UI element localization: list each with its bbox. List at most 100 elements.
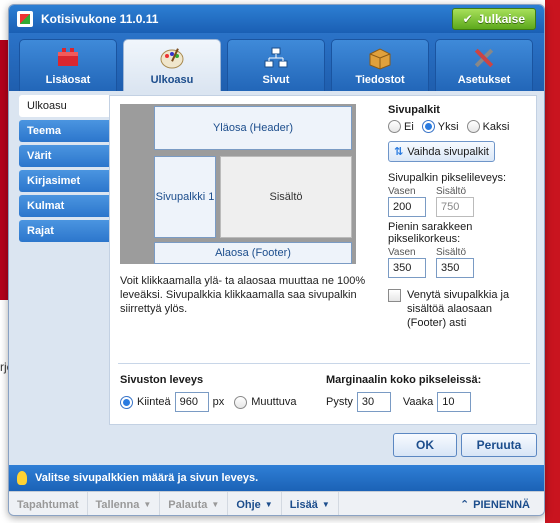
site-width-input[interactable]: 960 <box>174 392 209 412</box>
tab-label: Sivut <box>262 74 290 86</box>
content-width-input: 750 <box>436 197 474 217</box>
tab-label: Lisäosat <box>45 74 91 86</box>
left-label: Vasen <box>388 247 416 258</box>
min-height-label: Pienin sarakkeen pikselikorkeus: <box>388 221 473 245</box>
content-height-input[interactable]: 350 <box>436 258 474 278</box>
preview-content-block: Sisältö <box>220 156 352 238</box>
content-label: Sisältö <box>436 247 467 258</box>
more-button[interactable]: Lisää ▼ <box>282 491 339 515</box>
radio-label: Kaksi <box>482 120 510 133</box>
margin-section: Marginaalin koko pikseleissä: Pysty 30 V… <box>326 374 481 412</box>
radio-fixed-width[interactable] <box>120 395 133 409</box>
radio-sidebars-two[interactable]: Kaksi <box>466 120 510 133</box>
radio-button[interactable] <box>388 120 401 133</box>
swap-sidebars-label: Vaihda sivupalkit <box>407 145 489 158</box>
app-logo-icon <box>17 11 33 27</box>
px-unit: px <box>212 396 225 408</box>
lightbulb-icon <box>17 471 27 485</box>
sidebar-settings: Sivupalkit Ei Yksi Kaksi ⇅ Vaihda sivupa… <box>388 104 533 330</box>
sidebar-item-layout[interactable]: Ulkoasu <box>19 95 109 117</box>
stretch-option[interactable]: Venytä sivupalkkia ja sisältöä alaosaan … <box>388 288 533 330</box>
height-sublabels: Vasen Sisältö <box>388 247 533 258</box>
preview-header-block[interactable]: Yläosa (Header) <box>154 106 352 150</box>
sidebar-item-colors[interactable]: Värit <box>19 145 109 167</box>
hint-bar: Valitse sivupalkkien määrä ja sivun leve… <box>9 465 544 491</box>
sidebars-title: Sivupalkit <box>388 104 440 116</box>
radio-button[interactable] <box>466 120 480 133</box>
events-label: Tapahtumat <box>17 498 79 511</box>
restore-label: Palauta <box>168 498 208 511</box>
width-sublabels: Vasen Sisältö <box>388 186 533 197</box>
sidebar-item-corners[interactable]: Kulmat <box>19 195 109 217</box>
left-height-input[interactable]: 350 <box>388 258 426 278</box>
sidebar-item-theme[interactable]: Teema <box>19 120 109 142</box>
preview-footer-block[interactable]: Alaosa (Footer) <box>154 242 352 264</box>
save-button[interactable]: Tallenna ▼ <box>88 491 161 515</box>
ok-button[interactable]: OK <box>393 433 457 457</box>
radio-label: Ei <box>404 120 414 133</box>
divider <box>118 363 530 364</box>
vertical-label: Pysty <box>326 396 353 408</box>
shrink-label: PIENENNÄ <box>473 498 530 511</box>
main-tabs: Lisäosat Ulkoasu Sivut Tiedostot Asetuks… <box>9 33 544 91</box>
fixed-label: Kiinteä <box>137 396 171 408</box>
site-width-title: Sivuston leveys <box>120 374 204 386</box>
width-fields: 200 750 <box>388 197 533 217</box>
preview-sidebar-block[interactable]: Sivupalkki 1 <box>154 156 216 238</box>
tab-layout[interactable]: Ulkoasu <box>123 39 221 91</box>
site-width-section: Sivuston leveys Kiinteä 960 px Muuttuva <box>120 374 297 412</box>
addons-icon <box>58 48 78 66</box>
tab-settings[interactable]: Asetukset <box>435 39 533 91</box>
cancel-button[interactable]: Peruuta <box>461 433 537 457</box>
chevron-down-icon: ▼ <box>264 500 273 509</box>
chevron-down-icon: ▼ <box>321 500 330 509</box>
help-label: Ohje <box>236 498 261 511</box>
radio-fluid-width[interactable] <box>234 395 248 409</box>
swap-arrows-icon: ⇅ <box>394 146 404 158</box>
save-label: Tallenna <box>95 498 140 511</box>
check-icon: ✔ <box>462 12 473 26</box>
radio-sidebars-none[interactable]: Ei <box>388 120 414 133</box>
sitemap-icon <box>264 47 288 68</box>
dialog-buttons: OK Peruuta <box>9 433 544 463</box>
stretch-checkbox[interactable] <box>388 289 401 302</box>
radio-button-selected[interactable] <box>421 120 435 133</box>
hint-text: Valitse sivupalkkien määrä ja sivun leve… <box>35 472 259 484</box>
status-bar: Tapahtumat Tallenna ▼ Palauta ▼ Ohje ▼ Lisä… <box>9 491 544 516</box>
sidebar-count-options: Ei Yksi Kaksi <box>388 120 533 133</box>
vertical-margin-input[interactable]: 30 <box>356 392 391 412</box>
fluid-label: Muuttuva <box>251 396 297 408</box>
tab-pages[interactable]: Sivut <box>227 39 325 91</box>
margin-row: Pysty 30 Vaaka 10 <box>326 392 481 412</box>
chevron-down-icon: ▼ <box>143 500 152 509</box>
left-width-input[interactable]: 200 <box>388 197 426 217</box>
palette-icon <box>160 48 184 69</box>
editor-window: Kotisivukone 11.0.11 ✔ Julkaise Lisäosat… <box>8 4 545 516</box>
horizontal-margin-input[interactable]: 10 <box>437 392 472 412</box>
left-label: Vasen <box>388 186 416 197</box>
horizontal-label: Vaaka <box>402 396 434 408</box>
sidebar-item-fonts[interactable]: Kirjasimet <box>19 170 109 192</box>
help-button[interactable]: Ohje ▼ <box>228 491 282 515</box>
restore-button[interactable]: Palauta ▼ <box>160 491 229 515</box>
publish-button[interactable]: ✔ Julkaise <box>451 8 536 30</box>
tab-label: Asetukset <box>457 74 511 86</box>
layout-preview: Yläosa (Header) Sivupalkki 1 Sisältö Ala… <box>120 104 356 264</box>
shrink-button[interactable]: ⌃ PIENENNÄ <box>452 492 544 516</box>
layout-panel: Yläosa (Header) Sivupalkki 1 Sisältö Ala… <box>109 95 537 425</box>
box-icon <box>369 48 391 70</box>
swap-sidebars-button[interactable]: ⇅ Vaihda sivupalkit <box>388 141 495 162</box>
tab-files[interactable]: Tiedostot <box>331 39 429 91</box>
radio-sidebars-one[interactable]: Yksi <box>421 120 459 133</box>
sidebar-width-label: Sivupalkin pikselileveys: <box>388 172 506 184</box>
stretch-label: Venytä sivupalkkia ja sisältöä alaosaan … <box>407 289 510 329</box>
content-label: Sisältö <box>436 186 467 197</box>
tools-icon <box>474 48 494 68</box>
background-red-strip-right <box>545 0 560 523</box>
tab-addons[interactable]: Lisäosat <box>19 39 117 91</box>
title-bar: Kotisivukone 11.0.11 ✔ Julkaise <box>9 5 544 33</box>
sidebar-item-borders[interactable]: Rajat <box>19 220 109 242</box>
tab-label: Tiedostot <box>355 74 405 86</box>
content-area: Ulkoasu Teema Värit Kirjasimet Kulmat Ra… <box>9 91 544 431</box>
events-button[interactable]: Tapahtumat <box>9 491 88 515</box>
